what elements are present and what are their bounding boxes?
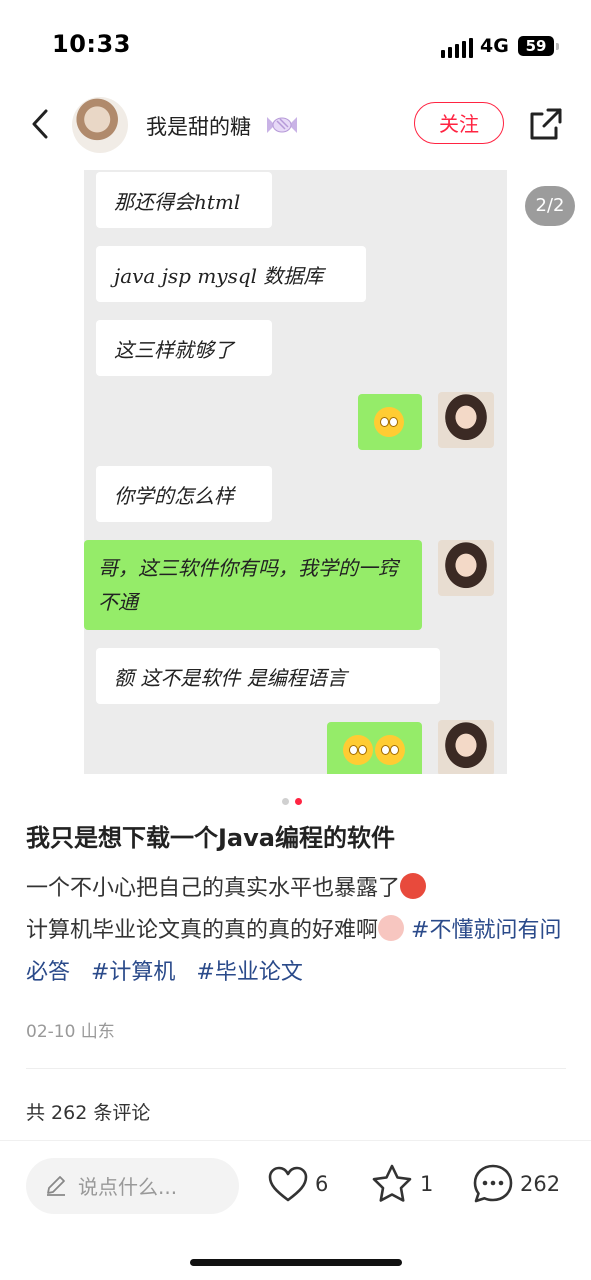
post-description: 一个不小心把自己的真实水平也暴露了 计算机毕业论文真的真的真的好难啊 #不懂就问… bbox=[26, 868, 566, 994]
surprised-face-icon bbox=[374, 407, 404, 437]
author-avatar[interactable] bbox=[72, 97, 128, 153]
hashtag-link[interactable]: #毕业论文 bbox=[196, 960, 302, 985]
battery-cap bbox=[556, 43, 559, 50]
devil-face-icon bbox=[400, 873, 427, 899]
chevron-left-icon bbox=[32, 109, 48, 139]
star-icon[interactable] bbox=[370, 1162, 414, 1206]
chat-bubble-left: 那还得会html bbox=[96, 172, 272, 228]
follow-button[interactable]: 关注 bbox=[414, 102, 504, 144]
heart-icon[interactable] bbox=[266, 1163, 310, 1207]
image-counter: 2/2 bbox=[525, 186, 575, 226]
collect-count: 1 bbox=[420, 1172, 434, 1196]
chat-avatar bbox=[438, 720, 494, 774]
chat-bubble-right: 哥，这三软件你有吗，我学的一窍不通 bbox=[84, 540, 422, 630]
comment-placeholder[interactable]: 说点什么... bbox=[78, 1171, 177, 1200]
author-name[interactable]: 我是甜的糖 bbox=[146, 111, 251, 141]
share-icon[interactable] bbox=[526, 104, 566, 144]
post-image[interactable]: 那还得会html java jsp mysql 数据库 这三样就够了 你学的怎么… bbox=[84, 170, 507, 774]
flushed-face-icon bbox=[374, 735, 405, 765]
divider bbox=[26, 1068, 566, 1069]
crying-face-icon bbox=[378, 915, 405, 941]
post-line-1: 一个不小心把自己的真实水平也暴露了 bbox=[26, 876, 401, 901]
like-count: 6 bbox=[315, 1172, 329, 1196]
chat-bubble-right bbox=[358, 394, 422, 450]
chat-bubble-right bbox=[327, 722, 422, 774]
pencil-icon bbox=[47, 1176, 65, 1196]
battery-icon: 59 bbox=[518, 36, 554, 56]
comment-total: 共 262 条评论 bbox=[26, 1102, 151, 1124]
hashtag-link[interactable]: #计算机 bbox=[91, 960, 175, 985]
chat-bubble-left: java jsp mysql 数据库 bbox=[96, 246, 366, 302]
chat-avatar bbox=[438, 540, 494, 596]
candy-icon bbox=[267, 117, 297, 133]
chat-avatar bbox=[438, 392, 494, 448]
comment-icon[interactable] bbox=[471, 1162, 515, 1206]
chat-bubble-left: 你学的怎么样 bbox=[96, 466, 272, 522]
comment-count: 262 bbox=[520, 1172, 561, 1196]
post-line-2: 计算机毕业论文真的真的真的好难啊 bbox=[26, 918, 379, 943]
network-label: 4G bbox=[480, 35, 509, 57]
signal-icon bbox=[441, 38, 473, 58]
status-time: 10:33 bbox=[52, 30, 131, 58]
carousel-dots bbox=[282, 790, 308, 809]
chat-bubble-left: 这三样就够了 bbox=[96, 320, 272, 376]
post-meta: 02-10 山东 bbox=[26, 1022, 115, 1042]
carousel-dot-active[interactable] bbox=[295, 798, 302, 805]
home-indicator bbox=[190, 1259, 402, 1266]
chat-bubble-left: 额 这不是软件 是编程语言 bbox=[96, 648, 440, 704]
back-button[interactable] bbox=[22, 106, 58, 142]
flushed-face-icon bbox=[342, 735, 373, 765]
post-title: 我只是想下载一个Java编程的软件 bbox=[26, 824, 395, 852]
divider bbox=[0, 1140, 591, 1141]
carousel-dot[interactable] bbox=[282, 798, 289, 805]
